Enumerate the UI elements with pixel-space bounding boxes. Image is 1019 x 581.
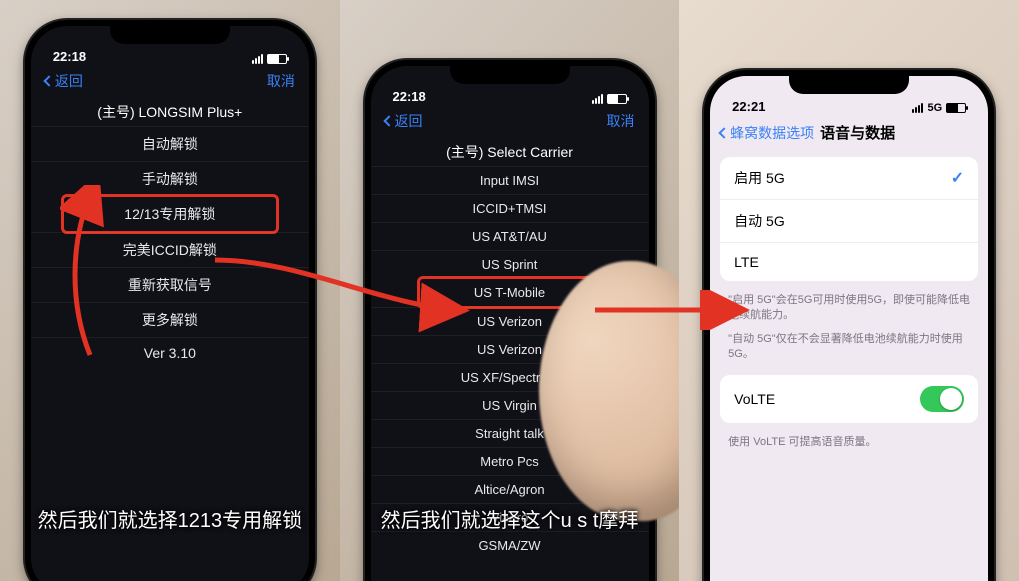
phone-frame: 22:21 5G 蜂窝数据选项 语音与数据 启用 5G ✓ xyxy=(704,70,994,581)
chevron-left-icon xyxy=(43,75,54,86)
back-label: 返回 xyxy=(55,71,83,91)
subtitle-caption: 然后我们就选择1213专用解锁 xyxy=(0,504,340,533)
nav-bar: 返回 取消 xyxy=(31,66,309,96)
back-label: 返回 xyxy=(395,111,423,131)
menu-item-iccid-unlock[interactable]: 完美ICCID解锁 xyxy=(31,232,309,267)
option-label: 启用 5G xyxy=(734,168,785,188)
panel-carrier-select: 22:18 返回 取消 (主号) Select Carrier Input IM… xyxy=(340,0,680,581)
menu-item-more-unlock[interactable]: 更多解锁 xyxy=(31,302,309,337)
back-button[interactable]: 蜂窝数据选项 xyxy=(720,123,814,143)
toggle-switch-on[interactable] xyxy=(920,386,964,412)
volte-group: VoLTE xyxy=(720,375,978,423)
panel-unlock-menu: 22:18 返回 取消 (主号) LONGSIM Plus+ 自动解锁 手动解锁… xyxy=(0,0,340,581)
menu-item-version: Ver 3.10 xyxy=(31,337,309,368)
cancel-button[interactable]: 取消 xyxy=(267,71,295,91)
menu-item-1213-unlock[interactable]: 12/13专用解锁 xyxy=(64,197,276,231)
notch xyxy=(110,20,230,44)
unlock-menu: 自动解锁 手动解锁 12/13专用解锁 完美ICCID解锁 重新获取信号 更多解… xyxy=(31,126,309,368)
menu-item-att[interactable]: US AT&T/AU xyxy=(371,222,649,250)
cancel-button[interactable]: 取消 xyxy=(607,111,635,131)
nav-bar: 返回 取消 xyxy=(371,106,649,136)
footnote-enable5g: "启用 5G"会在5G可用时使用5G，即使可能降低电池续航能力。 xyxy=(710,289,988,328)
checkmark-icon: ✓ xyxy=(951,168,964,188)
signal-icon xyxy=(912,103,923,113)
signal-icon xyxy=(592,94,603,104)
menu-item-gsma[interactable]: GSMA/ZW xyxy=(371,531,649,559)
option-auto-5g[interactable]: 自动 5G xyxy=(720,199,978,242)
menu-item-reacquire-signal[interactable]: 重新获取信号 xyxy=(31,267,309,302)
back-button[interactable]: 返回 xyxy=(385,111,423,131)
option-lte[interactable]: LTE xyxy=(720,242,978,281)
network-label: 5G xyxy=(927,102,942,114)
signal-icon xyxy=(252,54,263,64)
option-enable-5g[interactable]: 启用 5G ✓ xyxy=(720,157,978,199)
menu-item-manual-unlock[interactable]: 手动解锁 xyxy=(31,161,309,196)
phone-frame: 22:18 返回 取消 (主号) LONGSIM Plus+ 自动解锁 手动解锁… xyxy=(25,20,315,581)
battery-icon xyxy=(607,94,627,104)
option-label: LTE xyxy=(734,254,759,270)
panel-voice-data: 22:21 5G 蜂窝数据选项 语音与数据 启用 5G ✓ xyxy=(679,0,1019,581)
network-mode-group: 启用 5G ✓ 自动 5G LTE xyxy=(720,157,978,281)
option-label: 自动 5G xyxy=(734,211,785,231)
subtitle-caption: 然后我们就选择这个u s t摩拜 xyxy=(340,504,680,533)
notch xyxy=(450,60,570,84)
menu-item-input-imsi[interactable]: Input IMSI xyxy=(371,166,649,194)
chevron-left-icon xyxy=(719,127,730,138)
option-label: VoLTE xyxy=(734,391,775,407)
battery-icon xyxy=(267,54,287,64)
sheet-title: (主号) LONGSIM Plus+ xyxy=(31,96,309,126)
chevron-left-icon xyxy=(383,115,394,126)
battery-icon xyxy=(946,103,966,113)
back-button[interactable]: 返回 xyxy=(45,71,83,91)
footnote-volte: 使用 VoLTE 可提高语音质量。 xyxy=(710,431,988,454)
status-icons: 5G xyxy=(912,102,966,114)
screen: 22:21 5G 蜂窝数据选项 语音与数据 启用 5G ✓ xyxy=(710,76,988,581)
nav-bar: 蜂窝数据选项 语音与数据 xyxy=(710,116,988,149)
highlight-box: 12/13专用解锁 xyxy=(61,194,279,234)
option-volte[interactable]: VoLTE xyxy=(720,375,978,423)
screen: 22:18 返回 取消 (主号) LONGSIM Plus+ 自动解锁 手动解锁… xyxy=(31,26,309,581)
status-icons xyxy=(252,54,287,64)
menu-item-auto-unlock[interactable]: 自动解锁 xyxy=(31,126,309,161)
page-title: 语音与数据 xyxy=(820,122,895,143)
sheet-title: (主号) Select Carrier xyxy=(371,136,649,166)
menu-item-iccid-tmsi[interactable]: ICCID+TMSI xyxy=(371,194,649,222)
clock: 22:18 xyxy=(393,89,426,104)
back-label: 蜂窝数据选项 xyxy=(730,123,814,143)
status-icons xyxy=(592,94,627,104)
footnote-auto5g: "自动 5G"仅在不会显著降低电池续航能力时使用5G。 xyxy=(710,328,988,367)
clock: 22:21 xyxy=(732,99,765,114)
notch xyxy=(789,70,909,94)
clock: 22:18 xyxy=(53,49,86,64)
